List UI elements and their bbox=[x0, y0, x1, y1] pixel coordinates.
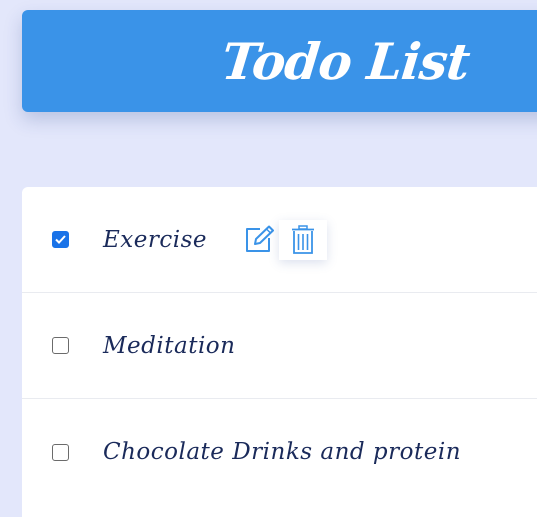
todo-list: Exercise Meditation Chocolate Drinks and… bbox=[22, 187, 537, 517]
trash-icon bbox=[292, 224, 315, 254]
list-item: Chocolate Drinks and protein bbox=[22, 399, 537, 505]
list-item: Exercise bbox=[22, 187, 537, 293]
todo-actions bbox=[243, 219, 328, 260]
edit-icon bbox=[246, 225, 275, 252]
checkmark-icon bbox=[55, 235, 66, 244]
todo-label: Chocolate Drinks and protein bbox=[103, 439, 462, 465]
list-item: Meditation bbox=[22, 293, 537, 399]
edit-button[interactable] bbox=[243, 225, 275, 255]
todo-label: Meditation bbox=[103, 332, 236, 359]
todo-label: Exercise bbox=[103, 226, 208, 253]
todo-checkbox[interactable] bbox=[52, 443, 69, 461]
delete-button[interactable] bbox=[279, 219, 328, 260]
page-title: Todo List bbox=[218, 31, 473, 91]
app-header: Todo List bbox=[22, 10, 537, 112]
todo-checkbox[interactable] bbox=[52, 231, 69, 248]
todo-checkbox[interactable] bbox=[52, 337, 69, 354]
